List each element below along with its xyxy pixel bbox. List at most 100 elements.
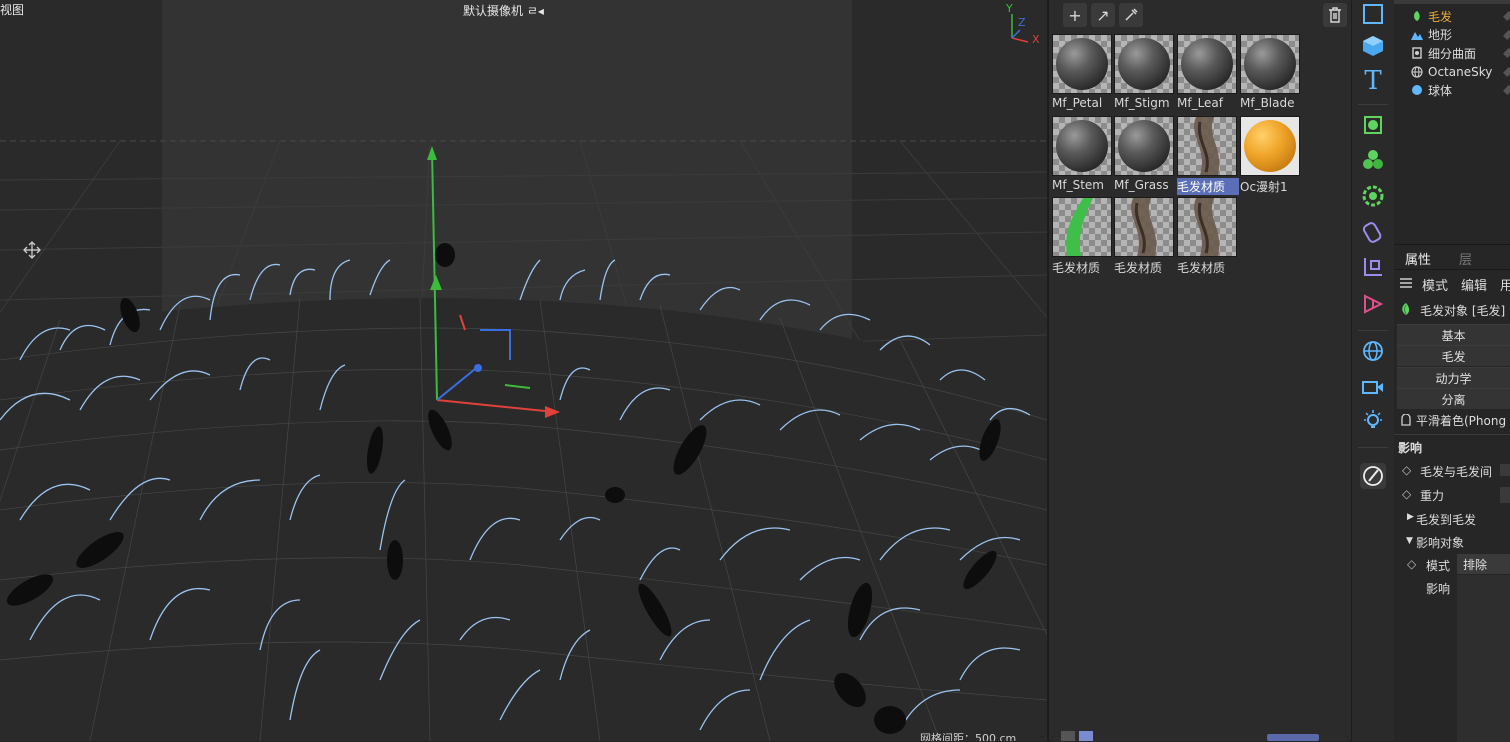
material-preview — [1114, 197, 1174, 257]
influence-objects-group[interactable]: 影响对象 — [1416, 534, 1464, 551]
tool-palette: T — [1351, 0, 1395, 741]
menu-edit[interactable]: 编辑 — [1461, 275, 1487, 294]
material-swatch[interactable]: Mf_Petal — [1052, 34, 1112, 110]
globe-icon — [1410, 65, 1424, 79]
visibility-toggle-icon[interactable] — [1503, 66, 1510, 77]
object-row[interactable]: 细分曲面 — [1394, 44, 1510, 62]
mode-label: 模式 — [1426, 559, 1451, 573]
trash-icon — [1329, 7, 1341, 23]
grid-view-icon[interactable] — [1079, 731, 1093, 741]
visibility-toggle-icon[interactable] — [1503, 85, 1510, 95]
plus-icon: + — [1068, 5, 1082, 25]
material-swatch[interactable]: 毛发材质 — [1114, 197, 1174, 275]
collapse-arrow-icon[interactable]: ▼ — [1406, 536, 1413, 546]
material-preview — [1114, 116, 1174, 176]
tab-dynamics[interactable]: 动力学 — [1397, 367, 1510, 388]
visibility-toggle-icon[interactable] — [1503, 29, 1510, 40]
material-name: Mf_Stigm — [1114, 96, 1170, 110]
material-swatch[interactable]: Oc漫射1 — [1240, 116, 1300, 194]
material-swatch[interactable]: 毛发材质 — [1052, 197, 1112, 275]
visibility-toggle-icon[interactable] — [1503, 48, 1510, 58]
material-swatch[interactable]: Mf_Blade — [1240, 34, 1300, 110]
cube-outline-icon[interactable] — [1359, 0, 1387, 28]
gravity-label: 重力 — [1420, 489, 1445, 503]
hair-to-hair-checkbox[interactable] — [1500, 464, 1510, 476]
phong-tag-icon — [1401, 414, 1411, 426]
phong-shading-row[interactable]: 平滑着色(Phong — [1416, 412, 1506, 429]
landscape-icon — [1410, 28, 1424, 42]
light-bulb-icon[interactable] — [1359, 407, 1387, 435]
material-preview — [1240, 116, 1300, 176]
material-swatch[interactable]: 毛发材质 — [1177, 197, 1237, 275]
scene-icon[interactable] — [1359, 290, 1387, 318]
object-row[interactable]: 球体 — [1394, 81, 1510, 99]
tab-hair[interactable]: 毛发 — [1397, 345, 1510, 366]
tab-layers[interactable]: 层 — [1459, 249, 1472, 268]
material-swatch[interactable]: Mf_Stigm — [1114, 34, 1174, 110]
keyframe-diamond-icon[interactable]: ◇ — [1402, 487, 1411, 501]
object-row[interactable]: 地形 — [1394, 26, 1510, 44]
camera-selector[interactable]: 默认摄像机 ㄹ◂ — [463, 2, 544, 19]
pick-material-button[interactable] — [1119, 3, 1143, 27]
material-swatch[interactable]: 毛发材质 — [1177, 116, 1239, 195]
field-icon[interactable] — [1359, 253, 1387, 281]
deformer-icon[interactable] — [1359, 218, 1387, 246]
material-preview — [1052, 197, 1112, 257]
material-name: Oc漫射1 — [1240, 180, 1288, 194]
material-preview — [1177, 116, 1237, 176]
influence-list-label: 影响 — [1426, 582, 1451, 596]
expand-arrow-icon[interactable]: ▶ — [1407, 512, 1414, 522]
menu-hamburger-icon[interactable] — [1400, 278, 1412, 288]
attribute-manager: 属性 层 模式 编辑 用 毛发对象 [毛发] 基本 毛发 动力学 分离 平滑着色… — [1394, 244, 1510, 742]
influence-section-title: 影响 — [1398, 441, 1423, 455]
material-name: Mf_Leaf — [1177, 96, 1224, 110]
delete-material-button[interactable] — [1323, 3, 1347, 27]
influence-object-list[interactable] — [1457, 575, 1510, 742]
axis-orientation-gizmo: Y Z X — [1000, 2, 1046, 48]
tab-attributes[interactable]: 属性 — [1405, 249, 1431, 268]
mode-dropdown[interactable]: 排除 — [1457, 554, 1510, 574]
apply-material-button[interactable]: ↗ — [1091, 3, 1115, 27]
text-spline-icon[interactable]: T — [1359, 66, 1387, 96]
hair-object-icon — [1402, 303, 1410, 315]
cube-icon[interactable] — [1359, 32, 1387, 60]
object-name: 毛发对象 [毛发] — [1420, 304, 1506, 318]
gravity-field[interactable] — [1500, 487, 1510, 503]
visibility-toggle-icon[interactable] — [1503, 11, 1510, 21]
add-material-button[interactable]: + — [1063, 3, 1087, 27]
camera-icon[interactable] — [1359, 373, 1387, 401]
material-preview — [1240, 34, 1300, 94]
material-swatch[interactable]: Mf_Grass — [1114, 116, 1174, 192]
menu-mode[interactable]: 模式 — [1422, 275, 1448, 294]
hair-to-hair-group[interactable]: 毛发到毛发 — [1416, 511, 1476, 528]
object-label: 细分曲面 — [1428, 46, 1477, 61]
material-preview — [1177, 197, 1237, 257]
thumbnail-size-slider[interactable] — [1267, 734, 1319, 741]
object-row[interactable]: OctaneSky — [1394, 63, 1510, 81]
material-name: Mf_Petal — [1052, 96, 1103, 110]
3d-viewport[interactable]: 视图 默认摄像机 ㄹ◂ 网格间距：500 cm Y Z X — [0, 0, 1047, 741]
effector-icon[interactable] — [1359, 182, 1387, 210]
menu-user[interactable]: 用 — [1500, 275, 1510, 294]
material-name: Mf_Stem — [1052, 178, 1104, 192]
environment-globe-icon[interactable] — [1359, 337, 1387, 365]
tab-detach[interactable]: 分离 — [1397, 388, 1510, 409]
object-label: 球体 — [1428, 83, 1453, 98]
tab-basic[interactable]: 基本 — [1397, 324, 1510, 345]
subdivision-generator-icon[interactable] — [1359, 111, 1387, 139]
object-label: 地形 — [1428, 28, 1453, 42]
viewport-title[interactable]: 视图 — [0, 1, 24, 18]
material-manager: + ↗ Mf_Petal Mf_Stigm Mf_Leaf Mf_Blade Mf_St… — [1047, 0, 1351, 741]
axis-x-label: X — [1032, 33, 1040, 46]
subdivision-icon — [1410, 46, 1424, 60]
move-view-icon[interactable] — [22, 240, 42, 260]
keyframe-diamond-icon[interactable]: ◇ — [1407, 557, 1416, 571]
material-swatch[interactable]: Mf_Stem — [1052, 116, 1112, 192]
list-view-icon[interactable] — [1061, 731, 1075, 741]
axis-z-label: Z — [1018, 16, 1026, 29]
object-row[interactable]: 毛发 — [1394, 7, 1510, 25]
sketch-tool-icon[interactable] — [1359, 462, 1387, 490]
keyframe-diamond-icon[interactable]: ◇ — [1402, 463, 1411, 477]
cloner-icon[interactable] — [1359, 146, 1387, 174]
material-swatch[interactable]: Mf_Leaf — [1177, 34, 1237, 110]
